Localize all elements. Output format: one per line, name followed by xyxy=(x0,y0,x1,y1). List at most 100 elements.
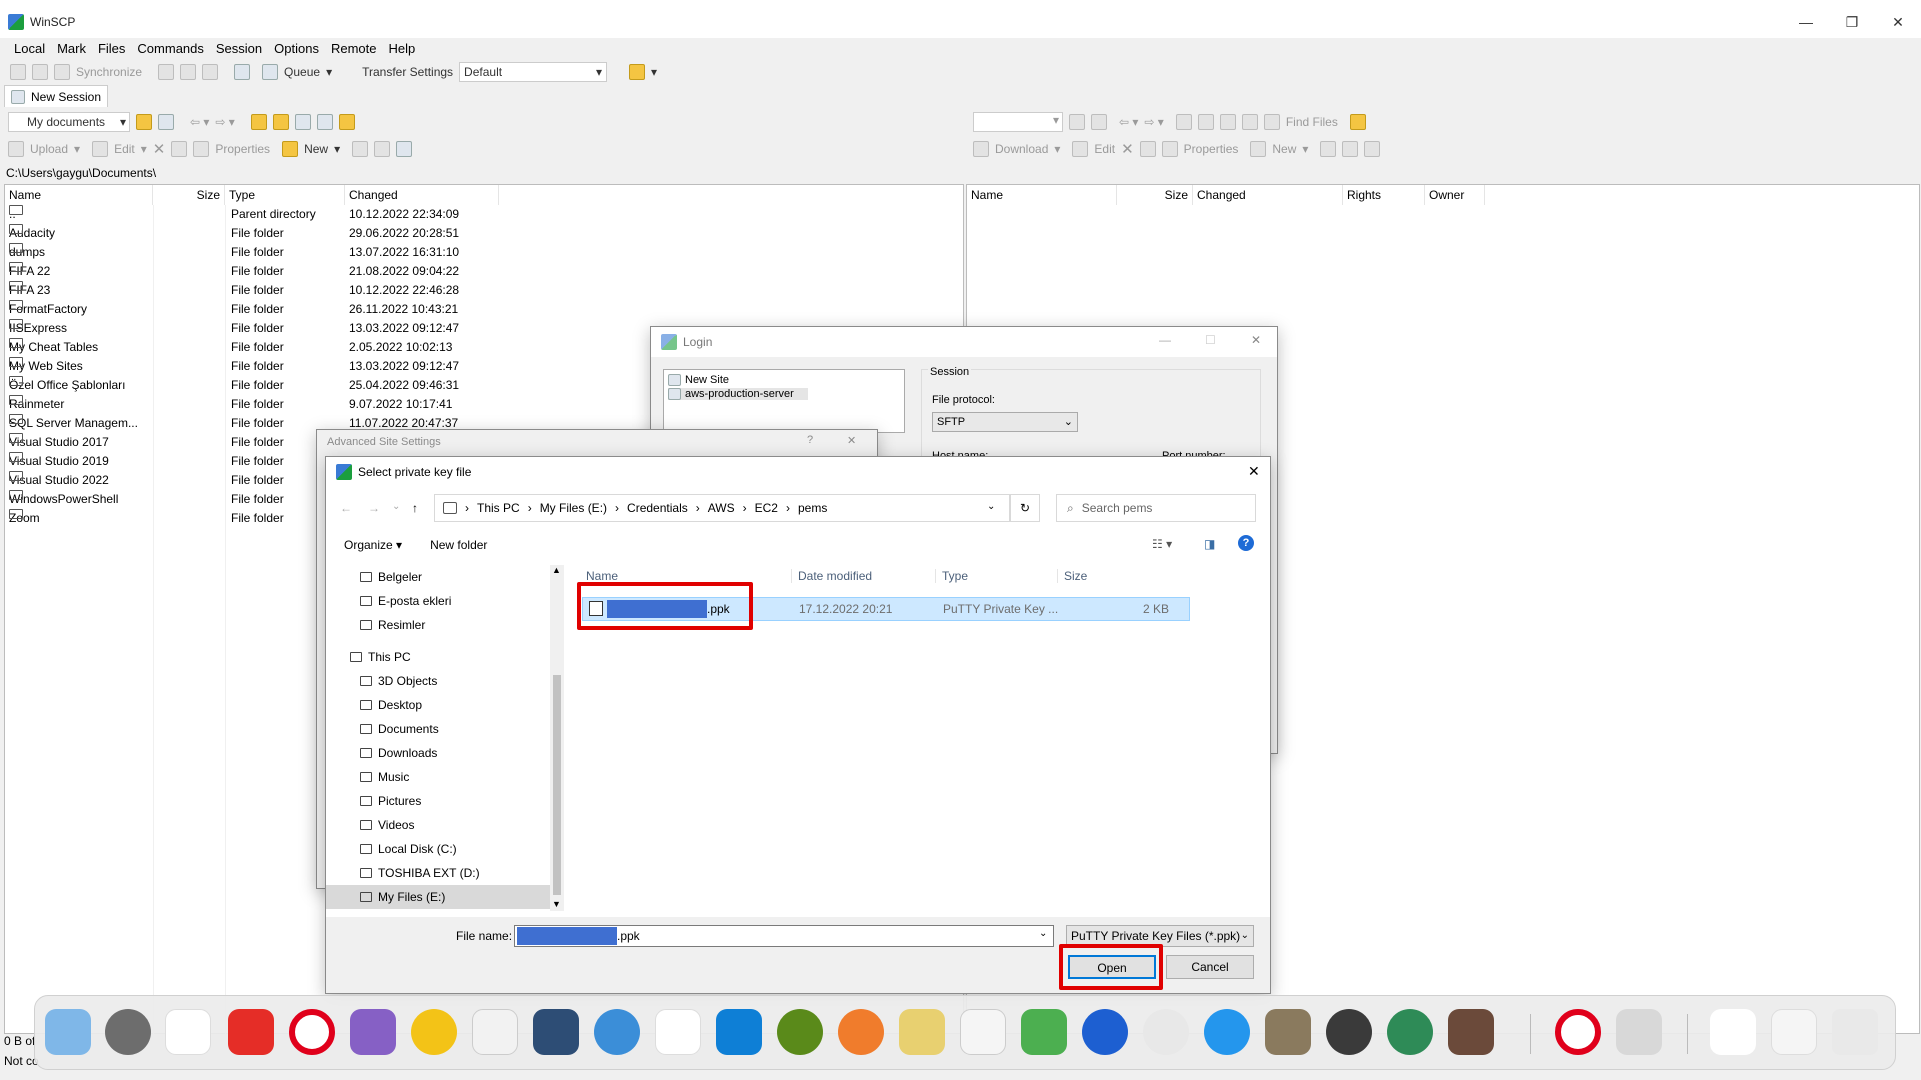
organize-button[interactable]: Organize ▾ xyxy=(344,538,402,552)
edit-button[interactable]: Edit xyxy=(114,142,135,156)
view-options-icon[interactable]: ☷ ▾ xyxy=(1152,537,1172,551)
filter-icon[interactable] xyxy=(158,114,174,130)
col-changed[interactable]: Changed xyxy=(345,185,499,205)
upload-button[interactable]: Upload xyxy=(30,142,68,156)
col-date-modified[interactable]: Date modified xyxy=(792,569,936,583)
help-icon[interactable]: ? xyxy=(1238,535,1254,551)
chevron-down-icon[interactable]: ▾ xyxy=(1302,142,1308,156)
filter-select-icon[interactable] xyxy=(396,141,413,157)
vscode-icon[interactable] xyxy=(716,1009,762,1055)
nav-item[interactable]: Downloads xyxy=(326,741,550,765)
nav-item[interactable]: 3D Objects xyxy=(326,669,550,693)
table-row[interactable]: Özel Office Şablonları File folder 25.04.2… xyxy=(5,376,505,395)
new-button[interactable]: New xyxy=(304,142,328,156)
menu-local[interactable]: Local xyxy=(8,41,51,56)
preview-pane-icon[interactable]: ◨ xyxy=(1204,537,1215,551)
download-button[interactable]: Download xyxy=(995,142,1048,156)
col-name[interactable]: Name xyxy=(5,185,153,205)
remote-col-size[interactable]: Size xyxy=(1117,185,1193,205)
back-arrow-icon[interactable]: ⇦ ▾ xyxy=(190,115,209,129)
breadcrumb-ec2[interactable]: EC2 xyxy=(755,501,778,515)
opera-running-icon[interactable] xyxy=(1555,1009,1601,1055)
synchronize-button[interactable]: Synchronize xyxy=(76,65,142,79)
table-row[interactable]: FormatFactory File folder 26.11.2022 10:43… xyxy=(5,300,505,319)
menu-remote[interactable]: Remote xyxy=(325,41,383,56)
nav-item[interactable]: My Files (E:) xyxy=(326,885,550,909)
refresh-icon[interactable]: ↻ xyxy=(1010,494,1040,522)
breadcrumb-pems[interactable]: pems xyxy=(798,501,827,515)
remote-col-owner[interactable]: Owner xyxy=(1425,185,1485,205)
file-dialog-close-button[interactable]: ✕ xyxy=(1248,463,1260,480)
nav-item[interactable]: Resimler xyxy=(326,613,550,637)
remote-tree-icon[interactable] xyxy=(1349,114,1366,130)
parent-folder-icon[interactable] xyxy=(250,114,267,130)
mysql-icon[interactable] xyxy=(533,1009,579,1055)
menu-help[interactable]: Help xyxy=(382,41,421,56)
postman-icon[interactable] xyxy=(838,1009,884,1055)
col-size[interactable]: Size xyxy=(153,185,225,205)
profile-app-icon[interactable] xyxy=(1448,1009,1494,1055)
obs-icon[interactable] xyxy=(1326,1009,1372,1055)
refresh-icon[interactable] xyxy=(316,114,333,130)
queue-button[interactable]: Queue xyxy=(284,65,320,79)
site-item-aws[interactable]: aws-production-server xyxy=(668,388,808,400)
compare-icon[interactable] xyxy=(10,64,26,80)
settings-icon[interactable] xyxy=(105,1009,151,1055)
home-icon[interactable] xyxy=(294,114,311,130)
cancel-button[interactable]: Cancel xyxy=(1166,955,1254,979)
back-arrow-icon[interactable]: ← xyxy=(340,501,352,515)
breadcrumb[interactable]: › This PC › My Files (E:) › Credentials … xyxy=(434,494,1010,522)
globe-icon[interactable] xyxy=(777,1009,823,1055)
rename-icon[interactable] xyxy=(171,141,188,157)
remote-delete-icon[interactable]: ✕ xyxy=(1121,140,1134,158)
table-row[interactable]: .. Parent directory 10.12.2022 22:34:09 xyxy=(5,205,505,224)
advanced-close-button[interactable]: ✕ xyxy=(847,434,856,447)
root-folder-icon[interactable] xyxy=(272,114,289,130)
chevron-down-icon[interactable]: ⌄ xyxy=(987,501,995,512)
breadcrumb-aws[interactable]: AWS xyxy=(708,501,735,515)
xampp-icon[interactable] xyxy=(899,1009,945,1055)
menu-mark[interactable]: Mark xyxy=(51,41,92,56)
bluestacks-icon[interactable] xyxy=(1021,1009,1067,1055)
opera-icon[interactable] xyxy=(289,1009,335,1055)
open-folder-icon[interactable] xyxy=(136,114,152,130)
file-protocol-select[interactable]: SFTP ⌄ xyxy=(932,412,1078,432)
audio-icon[interactable] xyxy=(411,1009,457,1055)
snip-icon[interactable] xyxy=(1143,1009,1189,1055)
remote-parent-folder-icon[interactable] xyxy=(1175,114,1192,130)
location-pin-icon[interactable] xyxy=(1082,1009,1128,1055)
chevron-down-icon[interactable]: ▾ xyxy=(651,65,657,79)
table-row[interactable]: My Cheat Tables File folder 2.05.2022 10:0… xyxy=(5,338,505,357)
table-row[interactable]: FIFA 23 File folder 10.12.2022 22:46:28 xyxy=(5,281,505,300)
winscp-running-icon[interactable] xyxy=(1616,1009,1662,1055)
remote-open-folder-icon[interactable] xyxy=(1069,114,1085,130)
nav-item[interactable]: Videos xyxy=(326,813,550,837)
menu-files[interactable]: Files xyxy=(92,41,131,56)
keep-remote-icon[interactable] xyxy=(32,64,48,80)
delete-icon[interactable]: ✕ xyxy=(153,140,166,158)
table-row[interactable]: IISExpress File folder 13.03.2022 09:12:47 xyxy=(5,319,505,338)
launchpad-icon[interactable] xyxy=(165,1009,211,1055)
select-all-icon[interactable] xyxy=(352,141,369,157)
console-icon[interactable] xyxy=(202,64,219,80)
remote-forward-arrow-icon[interactable]: ⇨ ▾ xyxy=(1144,115,1163,129)
chevron-down-icon[interactable]: ⌄ xyxy=(1039,928,1047,939)
remote-filter-icon[interactable] xyxy=(1091,114,1107,130)
location-select[interactable]: My documents ▾ xyxy=(8,112,130,132)
nav-item[interactable]: Music xyxy=(326,765,550,789)
nav-item[interactable]: Pictures xyxy=(326,789,550,813)
up-arrow-icon[interactable]: ↑ xyxy=(412,501,418,515)
preferences-gear-icon[interactable] xyxy=(234,64,251,80)
transfer-options-icon[interactable] xyxy=(629,64,646,80)
nav-item[interactable]: This PC xyxy=(326,645,550,669)
remote-root-folder-icon[interactable] xyxy=(1197,114,1214,130)
chevron-down-icon[interactable]: ▾ xyxy=(141,142,147,156)
remote-refresh-icon[interactable] xyxy=(1241,114,1258,130)
remote-col-rights[interactable]: Rights xyxy=(1343,185,1425,205)
file-name-input[interactable]: .ppk ⌄ xyxy=(514,925,1054,947)
remote-back-arrow-icon[interactable]: ⇦ ▾ xyxy=(1119,115,1138,129)
nav-item[interactable]: Local Disk (C:) xyxy=(326,837,550,861)
table-row[interactable]: Rainmeter File folder 9.07.2022 10:17:41 xyxy=(5,395,505,414)
remote-filter-select-icon[interactable] xyxy=(1364,141,1381,157)
menu-commands[interactable]: Commands xyxy=(131,41,209,56)
